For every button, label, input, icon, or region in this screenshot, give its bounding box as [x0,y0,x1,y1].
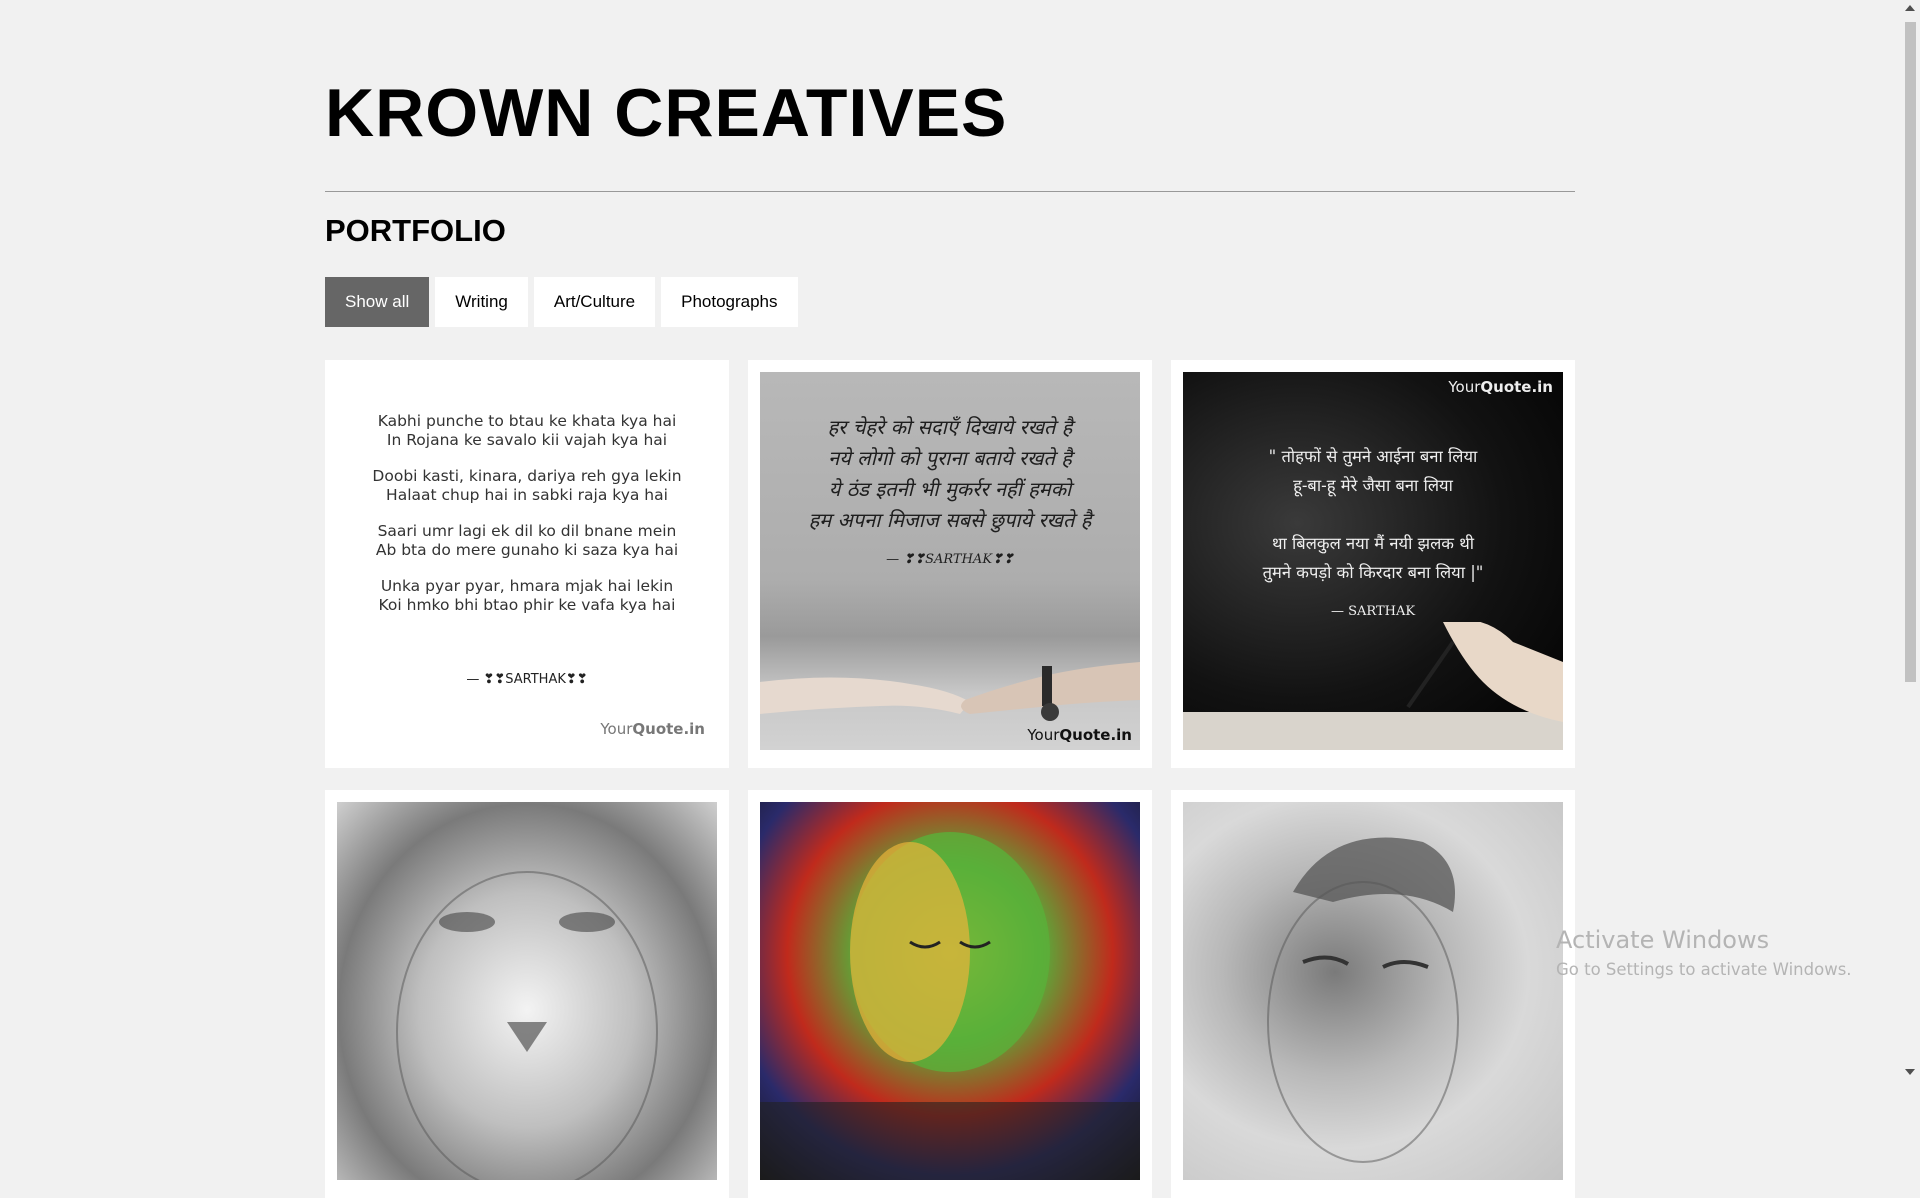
quote-line: In Rojana ke savalo kii vajah kya hai [386,431,668,449]
yourquote-logo: YourQuote.in [1027,726,1132,744]
quote-signature: — SARTHAK [1330,604,1416,619]
quote-line: Koi hmko bhi btao phir ke vafa kya hai [378,596,676,614]
quote-image: हर चेहरे को सदाएँ दिखाये रखते है नये लोग… [760,372,1140,750]
quote-line: " तोहफों से तुमने आईना बना लिया [1268,447,1478,466]
quote-line: Ab bta do mere gunaho ki saza kya hai [375,541,679,559]
portrait-sketch-illustration [1267,837,1459,1163]
filter-photographs-button[interactable]: Photographs [661,277,798,327]
activate-windows-watermark: Activate Windows Go to Settings to activ… [1556,926,1852,979]
quote-text: " तोहफों से तुमने आईना बना लिया हू-बा-हू … [1183,442,1563,587]
watermark-subtitle: Go to Settings to activate Windows. [1556,960,1852,979]
filter-bar: Show all Writing Art/Culture Photographs [325,277,798,327]
lion-sketch-image [337,802,717,1180]
writing-hand-illustration [1183,622,1563,750]
portfolio-card-writing-2[interactable]: हर चेहरे को सदाएँ दिखाये रखते है नये लोग… [748,360,1152,768]
portfolio-card-writing-3[interactable]: YourQuote.in " तोहफों से तुमने आईना बना … [1171,360,1575,768]
watermark-title: Activate Windows [1556,926,1770,954]
quote-signature: — ❣❣SARTHAK❣❣ [886,552,1014,567]
quote-text: Kabhi punche to btau ke khata kya hai In … [337,412,717,615]
quote-line: Doobi kasti, kinara, dariya reh gya leki… [372,467,682,485]
scroll-down-arrow-icon[interactable] [1905,1069,1915,1075]
quote-line: Halaat chup hai in sabki raja kya hai [386,486,668,504]
header-divider [325,191,1575,192]
quote-line: हम अपना मिजाज सबसे छुपाये रखते है [808,508,1092,532]
quote-line: Saari umr lagi ek dil ko dil bnane mein [377,522,677,540]
quote-line: था बिलकुल नया मैं नयी झलक थी [1271,534,1475,553]
buddha-painting-illustration [760,832,1140,1180]
quote-line: हर चेहरे को सदाएँ दिखाये रखते है [827,415,1073,439]
filter-writing-button[interactable]: Writing [435,277,528,327]
yourquote-logo: YourQuote.in [600,720,705,738]
filter-art-culture-button[interactable]: Art/Culture [533,277,656,327]
quote-line: हू-बा-हू मेरे जैसा बना लिया [1293,476,1453,495]
portfolio-heading: PORTFOLIO [325,213,506,248]
quote-image: YourQuote.in " तोहफों से तुमने आईना बना … [1183,372,1563,750]
quote-line: तुमने कपड़ो को किरदार बना लिया |" [1262,563,1484,582]
quote-text: हर चेहरे को सदाएँ दिखाये रखते है नये लोग… [760,412,1140,536]
portfolio-card-writing-1[interactable]: Kabhi punche to btau ke khata kya hai In … [325,360,729,768]
quote-line: Unka pyar pyar, hmara mjak hai lekin [380,577,674,595]
portfolio-card-art-buddha[interactable] [748,790,1152,1198]
quote-image: Kabhi punche to btau ke khata kya hai In … [337,372,717,750]
yourquote-logo: YourQuote.in [1448,378,1553,396]
quote-line: नये लोगो को पुराना बताये रखते है [828,446,1072,470]
lion-sketch-illustration [396,871,658,1180]
scrollbar-thumb[interactable] [1905,22,1916,682]
buddha-painting-image [760,802,1140,1180]
filter-show-all-button[interactable]: Show all [325,277,430,327]
quote-line: ये ठंड इतनी भी मुकर्रर नहीं हमको [828,477,1072,501]
portfolio-card-art-lion[interactable] [325,790,729,1198]
quote-signature: — ❣❣SARTHAK❣❣ [466,672,588,687]
quote-line: Kabhi punche to btau ke khata kya hai [377,412,677,430]
portfolio-card-art-portrait[interactable] [1171,790,1575,1198]
vertical-scrollbar[interactable] [1900,0,1920,1080]
site-title: KROWN CREATIVES [325,75,1008,151]
scroll-up-arrow-icon[interactable] [1905,5,1915,11]
portrait-sketch-image [1183,802,1563,1180]
